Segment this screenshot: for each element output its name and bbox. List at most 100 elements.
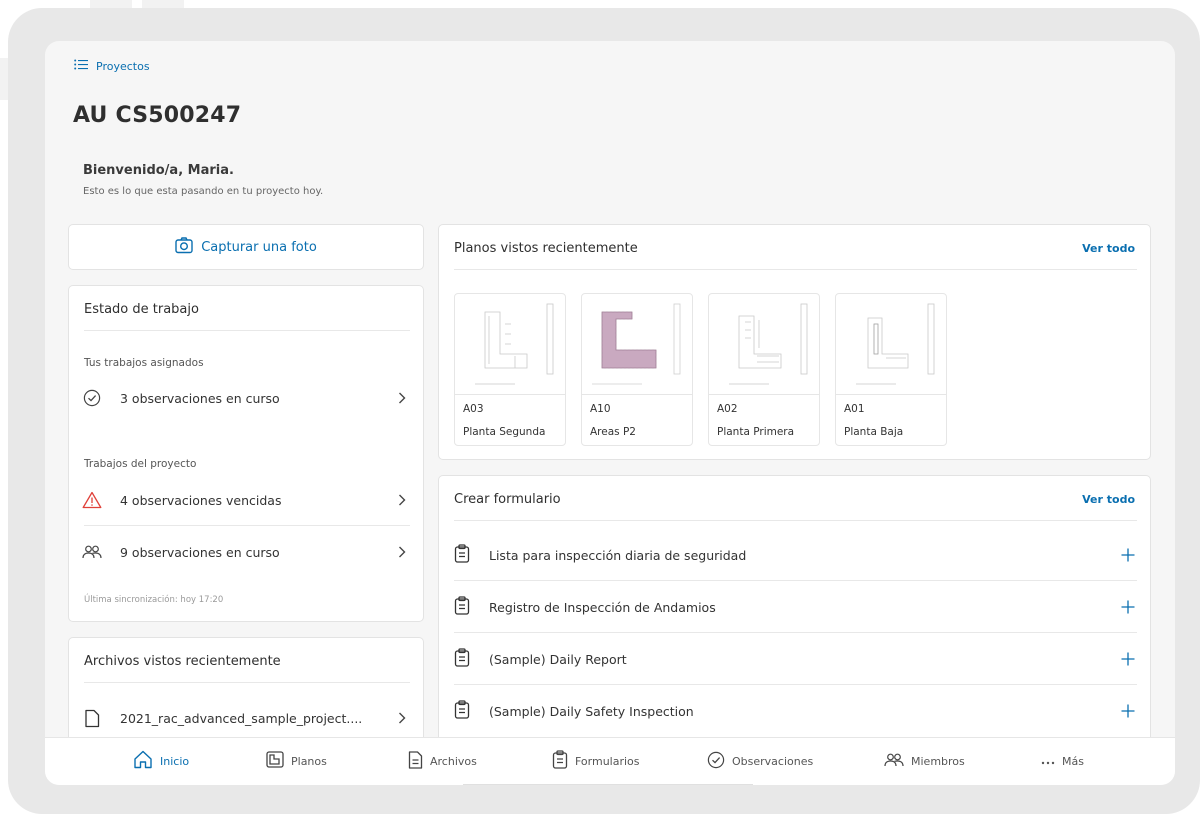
sheet-card[interactable]: A03 Planta Segunda [454,293,566,446]
divider [454,520,1137,521]
sheet-thumbnail [582,294,692,395]
plus-icon[interactable] [1119,702,1137,720]
sheet-name: Planta Primera [717,426,795,438]
welcome-title: Bienvenido/a, Maria. [83,163,234,178]
nav-plans[interactable]: Planos [266,750,327,772]
nav-home-label: Inicio [160,754,190,768]
nav-files[interactable]: Archivos [408,750,477,772]
create-form-card: Crear formulario Ver todo Lista para ins… [438,475,1151,737]
form-template-label: Registro de Inspección de Andamios [489,599,716,615]
clipboard-icon [454,543,470,567]
project-work-label: Trabajos del proyecto [84,458,197,470]
form-template-item[interactable]: Lista para inspección diaria de segurida… [454,529,1137,581]
chevron-right-icon [394,494,410,506]
recent-sheets-title: Planos vistos recientemente [454,241,638,256]
forms-view-all-link[interactable]: Ver todo [1082,493,1135,506]
breadcrumb-projects[interactable]: Proyectos [74,59,150,73]
sheet-code: A10 [590,403,611,415]
sheet-name: Planta Baja [844,426,904,438]
overdue-observations-label: 4 observaciones vencidas [120,492,282,508]
plans-icon [266,751,284,771]
divider [454,269,1137,270]
sheet-code: A01 [844,403,865,415]
recent-file-item[interactable]: 2021_rac_advanced_sample_project.... [82,698,410,737]
plus-icon[interactable] [1119,650,1137,668]
nav-more[interactable]: Más [1041,750,1084,772]
form-template-label: (Sample) Daily Safety Inspection [489,703,694,719]
breadcrumb-label: Proyectos [96,59,150,73]
sheet-card[interactable]: A01 Planta Baja [835,293,947,446]
sheet-code: A02 [717,403,738,415]
assigned-work-label: Tus trabajos asignados [84,357,204,369]
nav-observations[interactable]: Observaciones [707,750,813,772]
app-screen: Proyectos AU CS500247 Bienvenido/a, Mari… [45,41,1175,785]
device-edge [142,0,184,8]
recent-files-card: Archivos vistos recientemente 2021_rac_a… [68,637,424,737]
check-circle-icon [707,751,725,772]
page-title: AU CS500247 [73,103,242,128]
chevron-right-icon [394,712,410,724]
sheet-code: A03 [463,403,484,415]
sheet-thumbnail [455,294,565,395]
assigned-observations-in-progress[interactable]: 3 observaciones en curso [82,378,410,418]
nav-members[interactable]: Miembros [884,750,965,772]
nav-forms[interactable]: Formularios [552,750,640,772]
assigned-observations-label: 3 observaciones en curso [120,390,280,406]
nav-plans-label: Planos [291,754,327,768]
form-template-item[interactable]: (Sample) Daily Report [454,633,1137,685]
clipboard-icon [454,647,470,671]
people-icon [82,542,102,562]
divider [84,330,410,331]
clipboard-icon [552,750,568,772]
form-template-label: (Sample) Daily Report [489,651,627,667]
sheet-name: Planta Segunda [463,426,546,438]
sheet-card[interactable]: A02 Planta Primera [708,293,820,446]
check-circle-icon [82,388,102,408]
nav-observations-label: Observaciones [732,754,814,768]
more-icon [1041,755,1055,768]
divider [84,682,410,683]
home-indicator [463,784,753,785]
welcome-subtitle: Esto es lo que esta pasando en tu proyec… [83,186,324,197]
warning-icon [82,490,102,510]
nav-forms-label: Formularios [575,754,640,768]
sheet-card[interactable]: A10 Areas P2 [581,293,693,446]
sheet-thumbnail [709,294,819,395]
work-status-card: Estado de trabajo Tus trabajos asignados… [68,285,424,622]
create-form-title: Crear formulario [454,492,561,507]
device-edge [0,58,8,100]
form-template-label: Lista para inspección diaria de segurida… [489,547,747,563]
chevron-right-icon [394,392,410,404]
form-template-item[interactable]: (Sample) Daily Safety Inspection [454,685,1137,737]
project-observations-label: 9 observaciones en curso [120,544,280,560]
project-observations-in-progress[interactable]: 9 observaciones en curso [82,532,410,572]
people-icon [884,752,904,771]
nav-files-label: Archivos [430,754,477,768]
sheet-thumbnail [836,294,946,395]
nav-members-label: Miembros [911,754,965,768]
sheets-view-all-link[interactable]: Ver todo [1082,242,1135,255]
bottom-navigation: Inicio Planos Archivos Formularios Obser… [45,737,1175,785]
last-sync-text: Última sincronización: hoy 17:20 [84,595,224,605]
plus-icon[interactable] [1119,546,1137,564]
plus-icon[interactable] [1119,598,1137,616]
home-content: Proyectos AU CS500247 Bienvenido/a, Mari… [45,41,1175,737]
file-icon [82,708,102,728]
sheet-name: Areas P2 [590,426,636,438]
nav-home[interactable]: Inicio [133,750,189,772]
overdue-observations[interactable]: 4 observaciones vencidas [82,480,410,520]
work-status-title: Estado de trabajo [84,302,199,317]
capture-photo-label: Capturar una foto [201,239,317,255]
divider [84,525,410,526]
recent-file-name: 2021_rac_advanced_sample_project.... [120,710,363,726]
camera-icon [175,236,193,258]
nav-more-label: Más [1062,754,1084,768]
file-icon [408,750,423,772]
form-template-item[interactable]: Registro de Inspección de Andamios [454,581,1137,633]
chevron-right-icon [394,546,410,558]
capture-photo-button[interactable]: Capturar una foto [68,224,424,270]
clipboard-icon [454,699,470,723]
device-edge [90,0,132,8]
recent-files-title: Archivos vistos recientemente [84,654,281,669]
home-icon [133,750,153,772]
